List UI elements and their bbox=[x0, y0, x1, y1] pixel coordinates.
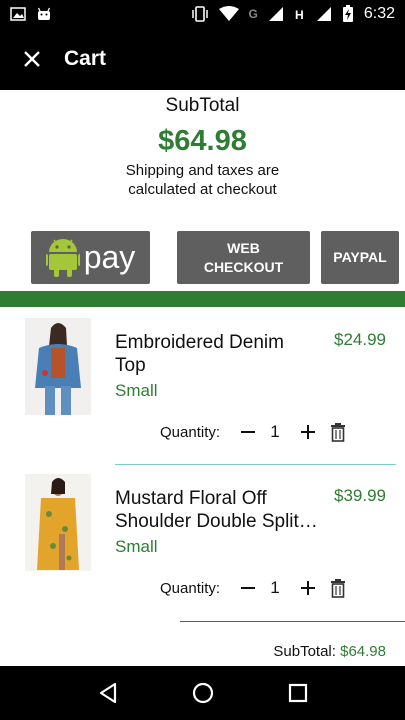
signal-icon bbox=[268, 7, 283, 21]
quantity-value: 1 bbox=[270, 578, 280, 597]
quantity-value: 1 bbox=[270, 422, 280, 441]
footer-subtotal-amount: $64.98 bbox=[340, 643, 386, 660]
increase-quantity-button[interactable] bbox=[296, 420, 320, 444]
back-icon bbox=[99, 682, 116, 704]
wifi-icon bbox=[218, 6, 239, 21]
item-divider bbox=[115, 464, 396, 465]
android-icon bbox=[45, 238, 80, 277]
order-summary: SubTotal $64.98 Shipping and taxes are c… bbox=[0, 90, 405, 199]
product-image[interactable] bbox=[25, 318, 91, 415]
item-price: $24.99 bbox=[334, 330, 386, 349]
web-checkout-label-line2: CHECKOUT bbox=[203, 258, 284, 275]
paypal-label: PAYPAL bbox=[333, 249, 387, 265]
shipping-note-line2: calculated at checkout bbox=[128, 181, 277, 198]
back-button[interactable] bbox=[88, 673, 128, 713]
subtotal-amount: $64.98 bbox=[158, 125, 247, 157]
battery-charging-icon bbox=[342, 5, 353, 22]
paypal-button[interactable]: PAYPAL bbox=[321, 231, 399, 284]
minus-icon bbox=[241, 431, 256, 433]
item-name[interactable]: Mustard Floral Off Shoulder Double Split… bbox=[115, 487, 325, 533]
cart-item: Mustard Floral Off Shoulder Double Split… bbox=[0, 466, 405, 606]
recents-button[interactable] bbox=[278, 673, 318, 713]
web-checkout-label-line1: WEB bbox=[227, 239, 260, 256]
trash-icon bbox=[331, 579, 346, 598]
delete-item-button[interactable] bbox=[326, 420, 350, 444]
item-price: $39.99 bbox=[334, 486, 386, 505]
android-pay-button[interactable]: pay bbox=[31, 231, 150, 284]
quantity-label: Quantity: bbox=[160, 423, 221, 441]
home-button[interactable] bbox=[183, 673, 223, 713]
product-image[interactable] bbox=[25, 474, 91, 571]
home-icon bbox=[192, 682, 213, 704]
web-checkout-button[interactable]: WEB CHECKOUT bbox=[177, 231, 310, 284]
shipping-note-line1: Shipping and taxes are bbox=[125, 162, 280, 179]
status-bar: G H 6:32 bbox=[0, 0, 405, 28]
decrease-quantity-button[interactable] bbox=[236, 576, 260, 600]
item-size: Small bbox=[115, 537, 158, 556]
cart-item: Embroidered Denim Top Small $24.99 Quant… bbox=[0, 310, 405, 450]
quantity-label: Quantity: bbox=[160, 579, 221, 597]
decrease-quantity-button[interactable] bbox=[236, 420, 260, 444]
app-bar: Cart bbox=[0, 28, 405, 90]
footer-subtotal-label: SubTotal: bbox=[273, 643, 336, 660]
item-size: Small bbox=[115, 381, 158, 400]
plus-icon bbox=[301, 425, 316, 439]
item-name[interactable]: Embroidered Denim Top bbox=[115, 331, 325, 377]
signal-icon bbox=[316, 7, 331, 21]
footer-subtotal: SubTotal: $64.98 bbox=[273, 643, 386, 660]
h-icon: H bbox=[295, 8, 304, 21]
increase-quantity-button[interactable] bbox=[296, 576, 320, 600]
page-title: Cart bbox=[64, 47, 107, 70]
android-pay-label: pay bbox=[83, 239, 136, 275]
subtotal-label: SubTotal bbox=[165, 95, 240, 116]
plus-icon bbox=[301, 581, 316, 595]
recents-icon bbox=[288, 683, 307, 703]
trash-icon bbox=[331, 423, 346, 442]
delete-item-button[interactable] bbox=[326, 576, 350, 600]
system-nav-bar bbox=[0, 666, 405, 720]
minus-icon bbox=[241, 587, 256, 589]
footer-divider bbox=[180, 621, 405, 622]
svg-text:H: H bbox=[295, 8, 304, 21]
android-icon bbox=[37, 7, 51, 20]
network-type-label: G bbox=[248, 7, 258, 21]
close-button[interactable] bbox=[0, 28, 64, 90]
quantity-stepper: Quantity: 1 bbox=[160, 420, 350, 444]
image-icon bbox=[10, 7, 26, 21]
vibrate-icon bbox=[191, 6, 208, 22]
quantity-stepper: Quantity: 1 bbox=[160, 576, 350, 600]
section-divider bbox=[0, 291, 405, 307]
payment-options: pay WEB CHECKOUT PAYPAL bbox=[0, 231, 405, 284]
close-icon bbox=[24, 51, 40, 67]
status-time: 6:32 bbox=[363, 5, 395, 22]
